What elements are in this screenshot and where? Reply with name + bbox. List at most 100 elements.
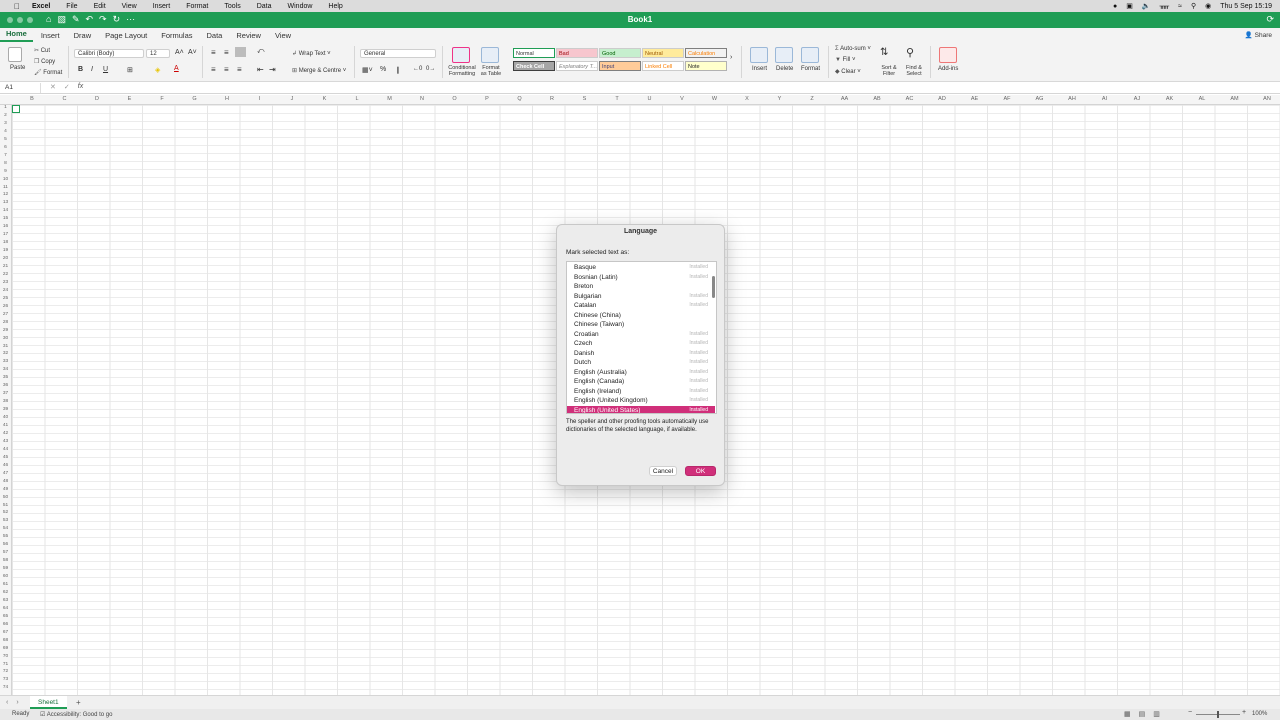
row-header[interactable]: 63: [0, 598, 11, 603]
menu-edit[interactable]: Edit: [86, 3, 114, 10]
language-list[interactable]: Basque Installed Bosnian (Latin) Installed B…: [566, 261, 717, 414]
column-header[interactable]: AH: [1056, 96, 1088, 102]
add-sheet-icon[interactable]: +: [76, 698, 81, 707]
row-header[interactable]: 72: [0, 669, 11, 674]
column-header[interactable]: J: [276, 96, 308, 102]
column-header[interactable]: W: [699, 96, 731, 102]
tab-view[interactable]: View: [269, 31, 297, 42]
menu-insert[interactable]: Insert: [145, 3, 179, 10]
row-header[interactable]: 43: [0, 439, 11, 444]
menu-app[interactable]: Excel: [24, 3, 58, 10]
language-item[interactable]: Danish Installed: [567, 349, 715, 359]
tab-review[interactable]: Review: [230, 31, 267, 42]
style-note[interactable]: Note: [685, 61, 727, 71]
prev-sheet-icon[interactable]: ‹: [6, 699, 8, 706]
language-item[interactable]: English (Australia) Installed: [567, 368, 715, 378]
row-header[interactable]: 28: [0, 320, 11, 325]
row-header[interactable]: 70: [0, 654, 11, 659]
row-header[interactable]: 51: [0, 503, 11, 508]
fill-color-icon[interactable]: ◈: [155, 66, 160, 74]
paste-label[interactable]: Paste: [10, 65, 25, 71]
language-item[interactable]: Dutch Installed: [567, 358, 715, 368]
row-header[interactable]: 18: [0, 240, 11, 245]
format-cells-label[interactable]: Format: [801, 66, 820, 72]
column-header[interactable]: Q: [504, 96, 536, 102]
row-header[interactable]: 58: [0, 558, 11, 563]
align-left-icon[interactable]: ≡: [211, 65, 216, 74]
row-header[interactable]: 68: [0, 638, 11, 643]
column-header[interactable]: R: [536, 96, 568, 102]
delete-cells-icon[interactable]: [775, 47, 793, 63]
language-item[interactable]: English (Ireland) Installed: [567, 387, 715, 397]
row-header[interactable]: 69: [0, 646, 11, 651]
conditional-formatting-label[interactable]: Conditional Formatting: [448, 65, 476, 77]
row-header[interactable]: 74: [0, 685, 11, 690]
page-layout-view-icon[interactable]: ▤: [1139, 710, 1146, 718]
active-cell[interactable]: [12, 105, 20, 113]
page-break-view-icon[interactable]: ▥: [1153, 710, 1160, 718]
sync-icon[interactable]: ⟳: [1266, 14, 1274, 25]
delete-cells-label[interactable]: Delete: [776, 66, 793, 72]
normal-view-icon[interactable]: ▦: [1124, 710, 1131, 718]
column-header[interactable]: AD: [926, 96, 958, 102]
style-check-cell[interactable]: Check Cell: [513, 61, 555, 71]
row-header[interactable]: 59: [0, 566, 11, 571]
row-header[interactable]: 25: [0, 296, 11, 301]
column-header[interactable]: B: [16, 96, 48, 102]
menu-file[interactable]: File: [58, 3, 85, 10]
language-item[interactable]: Chinese (Taiwan): [567, 320, 715, 330]
row-header[interactable]: 44: [0, 447, 11, 452]
sort-filter-icon[interactable]: ⇅: [880, 47, 888, 58]
cancel-button[interactable]: Cancel: [649, 466, 677, 476]
add-ins-icon[interactable]: [939, 47, 957, 63]
increase-decimal-icon[interactable]: ←0: [413, 66, 422, 72]
wrap-text-button[interactable]: ↲ Wrap Text ˅: [292, 50, 331, 57]
zoom-percentage[interactable]: 100%: [1252, 711, 1267, 717]
font-name-select[interactable]: Calibri (Body): [74, 49, 144, 58]
column-header[interactable]: L: [341, 96, 373, 102]
row-header[interactable]: 53: [0, 518, 11, 523]
menu-data[interactable]: Data: [249, 3, 280, 10]
column-header[interactable]: AN: [1251, 96, 1280, 102]
row-header[interactable]: 49: [0, 487, 11, 492]
cut-button[interactable]: ✂ Cut: [34, 47, 50, 54]
style-bad[interactable]: Bad: [556, 48, 598, 58]
currency-icon[interactable]: ▦˅: [362, 66, 373, 74]
column-header[interactable]: AI: [1089, 96, 1121, 102]
language-item[interactable]: Bosnian (Latin) Installed: [567, 273, 715, 283]
decrease-font-icon[interactable]: A˅: [188, 49, 197, 56]
ok-button[interactable]: OK: [685, 466, 716, 476]
share-button[interactable]: 👤 Share: [1245, 31, 1272, 39]
autosum-button[interactable]: Σ Auto-sum ˅: [835, 46, 871, 52]
display-icon[interactable]: ▣: [1126, 2, 1133, 10]
insert-cells-label[interactable]: Insert: [752, 66, 767, 72]
format-as-table-icon[interactable]: [481, 47, 499, 63]
borders-icon[interactable]: ⊞: [127, 66, 133, 74]
fill-button[interactable]: ▼ Fill ˅: [835, 57, 855, 63]
column-header[interactable]: H: [211, 96, 243, 102]
tab-page-layout[interactable]: Page Layout: [99, 31, 153, 42]
row-header[interactable]: 39: [0, 407, 11, 412]
row-header[interactable]: 21: [0, 264, 11, 269]
menu-format[interactable]: Format: [178, 3, 216, 10]
align-right-icon[interactable]: ≡: [237, 65, 242, 74]
row-header[interactable]: 31: [0, 344, 11, 349]
row-header[interactable]: 10: [0, 177, 11, 182]
column-header[interactable]: G: [179, 96, 211, 102]
sheet-tab-sheet1[interactable]: Sheet1: [30, 696, 67, 709]
style-linked-cell[interactable]: Linked Cell: [642, 61, 684, 71]
percent-icon[interactable]: %: [380, 66, 386, 73]
tab-data[interactable]: Data: [201, 31, 229, 42]
row-header[interactable]: 45: [0, 455, 11, 460]
row-header[interactable]: 22: [0, 272, 11, 277]
row-header[interactable]: 19: [0, 248, 11, 253]
row-header[interactable]: 52: [0, 510, 11, 515]
tab-insert[interactable]: Insert: [35, 31, 66, 42]
row-header[interactable]: 67: [0, 630, 11, 635]
menu-view[interactable]: View: [114, 3, 145, 10]
row-header[interactable]: 56: [0, 542, 11, 547]
row-header[interactable]: 27: [0, 312, 11, 317]
column-header[interactable]: K: [309, 96, 341, 102]
row-header[interactable]: 42: [0, 431, 11, 436]
language-item[interactable]: Bulgarian Installed: [567, 292, 715, 302]
